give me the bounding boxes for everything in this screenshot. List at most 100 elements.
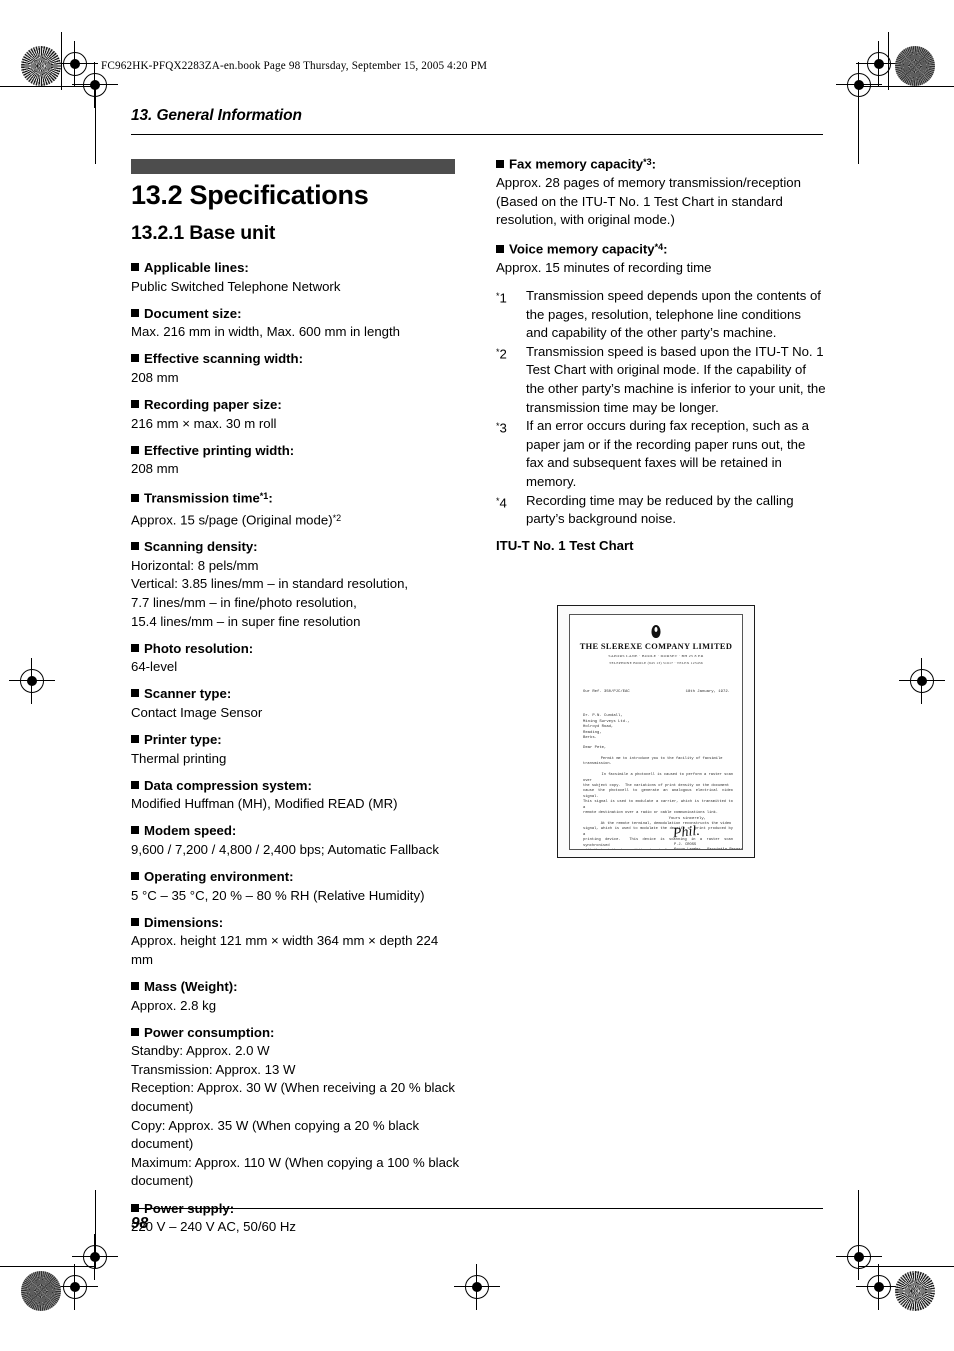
spec-value: Approx. 15 minutes of recording time	[496, 259, 826, 278]
spec-term-label: Power consumption:	[144, 1024, 275, 1040]
footnote-text: Transmission speed is based upon the ITU…	[526, 343, 826, 415]
spec-term-label: Voice memory capacity	[509, 241, 655, 257]
square-bullet-icon	[131, 354, 139, 363]
spec-value-line: 7.7 lines/mm – in fine/photo resolution,	[131, 594, 357, 610]
test-chart-address-1: SAPORS LANE · BOOLE · DORSET · BH 25 8 E…	[608, 654, 704, 658]
spec-value: Approx. 2.8 kg	[131, 997, 461, 1016]
slerexe-logo-icon	[651, 625, 661, 638]
spec-value: 220 V – 240 V AC, 50/60 Hz	[131, 1218, 461, 1237]
spec-value-line: Public Switched Telephone Network	[131, 278, 341, 294]
spec-term-label: Scanner type:	[144, 686, 232, 702]
spec-value-line: Copy: Approx. 35 W (When copying a 20 % …	[131, 1117, 420, 1152]
spec-term-label: Dimensions:	[144, 914, 224, 930]
square-bullet-icon	[131, 826, 139, 835]
test-chart-letter: THE SLEREXE COMPANY LIMITED SAPORS LANE …	[569, 614, 743, 850]
spec-value: Contact Image Sensor	[131, 704, 461, 723]
spec-value-line: 208 mm	[131, 369, 179, 385]
spec-entry: Photo resolution: 64-level	[131, 640, 461, 677]
spec-entry: Voice memory capacity*4: Approx. 15 minut…	[496, 238, 826, 278]
spec-value-line: 216 mm × max. 30 m roll	[131, 415, 277, 431]
subsection-title: 13.2.1 Base unit	[131, 222, 276, 244]
spec-term: Scanner type:	[131, 685, 461, 704]
spec-term: Data compression system:	[131, 777, 461, 796]
specs-column-right: Fax memory capacity*3: Approx. 28 pages o…	[496, 153, 826, 555]
spec-term: Applicable lines:	[131, 259, 461, 278]
square-bullet-icon	[131, 917, 139, 926]
running-head: 13. General Information	[131, 107, 302, 124]
spec-term-label: Document size:	[144, 305, 242, 321]
spec-term-label: Operating environment:	[144, 869, 294, 885]
spec-value: 216 mm × max. 30 m roll	[131, 415, 461, 434]
spec-term: Document size:	[131, 305, 461, 324]
spec-value-line: Thermal printing	[131, 750, 227, 766]
spec-term-label: Effective scanning width:	[144, 351, 304, 367]
footnote-text: Recording time may be reduced by the cal…	[526, 492, 794, 527]
spec-term: Dimensions:	[131, 914, 461, 933]
spec-term: Photo resolution:	[131, 640, 461, 659]
spec-entry: Modem speed: 9,600 / 7,200 / 4,800 / 2,40…	[131, 822, 461, 859]
spec-value: 208 mm	[131, 460, 461, 479]
footnote-marker: *2	[496, 346, 507, 362]
spec-entry: Power consumption: Standby: Approx. 2.0 W…	[131, 1024, 461, 1191]
test-chart-date: 18th January, 1972.	[685, 690, 730, 694]
spec-value-line: 5 °C – 35 °C, 20 % – 80 % RH (Relative H…	[131, 887, 425, 903]
footnote-marker: *4	[496, 495, 507, 511]
spec-value: 9,600 / 7,200 / 4,800 / 2,400 bps; Autom…	[131, 841, 461, 860]
spec-value: Thermal printing	[131, 750, 461, 769]
spec-entry: Document size: Max. 216 mm in width, Max.…	[131, 305, 461, 342]
spec-value-footnote-ref: *2	[332, 512, 342, 523]
spec-value: Approx. 15 s/page (Original mode)*2	[131, 509, 461, 530]
spec-term-label: Printer type:	[144, 731, 222, 747]
square-bullet-icon	[131, 308, 139, 317]
test-chart-body: Permit me to introduce you to the facili…	[583, 757, 734, 849]
spec-term: Power consumption:	[131, 1024, 461, 1043]
spec-term-footnote-ref: *4	[654, 242, 664, 253]
spec-value-line: 220 V – 240 V AC, 50/60 Hz	[131, 1219, 296, 1235]
footnote-item: *2 Transmission speed is based upon the I…	[496, 343, 826, 417]
spec-term-label: Data compression system:	[144, 777, 312, 793]
spec-entry: Dimensions: Approx. height 121 mm × width…	[131, 914, 461, 970]
spec-term-label: Recording paper size:	[144, 397, 282, 413]
footnote-text: Transmission speed depends upon the cont…	[526, 288, 821, 341]
spec-term: Recording paper size:	[131, 396, 461, 415]
test-chart-closing: Yours sincerely,	[668, 817, 706, 821]
test-chart-caption: ITU-T No. 1 Test Chart	[496, 537, 634, 553]
spec-value-line: 208 mm	[131, 461, 179, 477]
itu-t-test-chart-image: THE SLEREXE COMPANY LIMITED SAPORS LANE …	[557, 605, 755, 858]
spec-value-line: (Based on the ITU-T No. 1 Test Chart in …	[496, 193, 783, 228]
spec-term-footnote-ref: *3	[643, 157, 652, 167]
spec-value: 208 mm	[131, 369, 461, 388]
spec-entry: Data compression system: Modified Huffman…	[131, 777, 461, 814]
spec-entry: Mass (Weight): Approx. 2.8 kg	[131, 978, 461, 1015]
spec-value: Horizontal: 8 pels/mm Vertical: 3.85 line…	[131, 557, 461, 631]
test-chart-recipient: Dr. P.N. Cundall, Mining Surveys Ltd., H…	[583, 714, 630, 741]
spec-term: Fax memory capacity*3:	[496, 153, 826, 174]
spec-term: Modem speed:	[131, 822, 461, 841]
footnote-marker: *3	[496, 420, 507, 436]
test-chart-company: THE SLEREXE COMPANY LIMITED	[579, 642, 733, 651]
spec-value: Standby: Approx. 2.0 W Transmission: Appr…	[131, 1042, 461, 1191]
spec-value: 5 °C – 35 °C, 20 % – 80 % RH (Relative H…	[131, 887, 461, 906]
spec-entry: Fax memory capacity*3: Approx. 28 pages o…	[496, 153, 826, 230]
page-title: 13.2 Specifications	[131, 180, 369, 210]
spec-value: Public Switched Telephone Network	[131, 278, 461, 297]
square-bullet-icon	[131, 872, 139, 881]
spec-value-line: Approx. 15 minutes of recording time	[496, 260, 712, 276]
spec-term: Scanning density:	[131, 538, 461, 557]
test-chart-our-ref: Our Ref. 350/PJC/EAC	[583, 690, 630, 694]
square-bullet-icon	[131, 263, 139, 271]
spec-term-label: Applicable lines:	[144, 260, 249, 275]
spec-value: Approx. 28 pages of memory transmission/…	[496, 174, 826, 230]
spec-value: 64-level	[131, 658, 461, 677]
footnote-text: If an error occurs during fax reception,…	[526, 418, 809, 489]
spec-term: Operating environment:	[131, 868, 461, 887]
test-chart-signature: Phil.	[672, 823, 701, 842]
square-bullet-icon	[496, 244, 504, 253]
spec-entry: Operating environment: 5 °C – 35 °C, 20 %…	[131, 868, 461, 905]
spec-entry: Recording paper size: 216 mm × max. 30 m …	[131, 396, 461, 433]
specs-column-left: Applicable lines: Public Switched Telepho…	[131, 259, 461, 1237]
page-number: 98	[131, 1215, 149, 1232]
spec-entry: Applicable lines: Public Switched Telepho…	[131, 259, 461, 296]
footnote-marker: *1	[496, 290, 507, 306]
spec-term-label: Scanning density:	[144, 539, 258, 555]
